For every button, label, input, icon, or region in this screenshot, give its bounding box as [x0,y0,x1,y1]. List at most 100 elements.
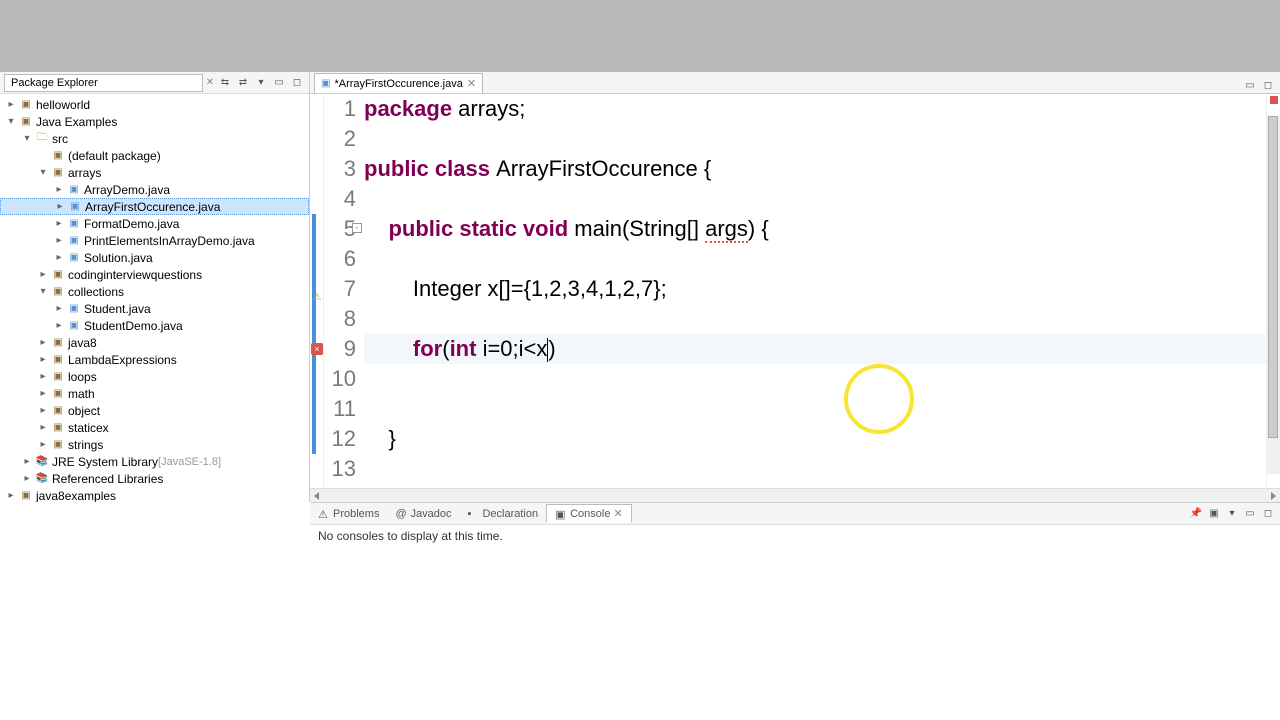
code-line-1[interactable]: package arrays; [364,94,1266,124]
tab-javadoc[interactable]: @Javadoc [387,506,459,522]
code-line-4[interactable] [364,184,1266,214]
tree-item-lambdaexpressions[interactable]: ▸▣LambdaExpressions [0,351,309,368]
code-line-10[interactable] [364,364,1266,394]
tree-item-printelementsinarraydemo-java[interactable]: ▸▣PrintElementsInArrayDemo.java [0,232,309,249]
link-editor-icon[interactable]: ⇄ [235,75,251,91]
expand-toggle[interactable]: ▸ [4,99,18,110]
expand-toggle[interactable]: ▸ [36,354,50,365]
proj-icon: ▣ [18,98,34,112]
maximize-console-icon[interactable]: ◻ [1260,506,1276,522]
tree-item--default-package-[interactable]: ▣(default package) [0,147,309,164]
tree-item-src[interactable]: ▾🗀src [0,130,309,147]
expand-toggle[interactable]: ▾ [36,167,50,178]
editor-tab-active[interactable]: ▣ *ArrayFirstOccurence.java ✕ [314,73,483,93]
expand-toggle[interactable]: ▸ [52,252,66,263]
tree-label: ArrayDemo.java [84,183,170,197]
minimize-console-icon[interactable]: ▭ [1242,506,1258,522]
close-tab-icon[interactable]: ✕ [467,77,476,90]
tree-label: arrays [68,166,101,180]
minimize-view-icon[interactable]: ▭ [271,75,287,91]
tree-item-java8examples[interactable]: ▸▣java8examples [0,487,309,502]
code-line-3[interactable]: public class ArrayFirstOccurence { [364,154,1266,184]
tree-item-helloworld[interactable]: ▸▣helloworld [0,96,309,113]
expand-toggle[interactable]: ▾ [20,133,34,144]
code-area[interactable]: package arrays; public class ArrayFirstOc… [364,94,1266,488]
tab-declaration[interactable]: ▪Declaration [459,506,546,522]
expand-toggle[interactable]: ▸ [52,218,66,229]
error-overview-marker[interactable] [1270,96,1278,104]
expand-toggle[interactable]: ▸ [52,320,66,331]
code-line-8[interactable] [364,304,1266,334]
open-console-icon[interactable]: ▾ [1224,506,1240,522]
close-view-icon[interactable]: ✕ [203,77,217,88]
code-line-11[interactable] [364,394,1266,424]
tree-item-referenced-libraries[interactable]: ▸📚Referenced Libraries [0,470,309,487]
tab-console[interactable]: ▣Console ✕ [546,504,632,523]
tree-item-arrays[interactable]: ▾▣arrays [0,164,309,181]
expand-toggle[interactable]: ▸ [36,371,50,382]
tree-item-staticex[interactable]: ▸▣staticex [0,419,309,436]
fold-toggle[interactable]: - [352,223,362,233]
tree-item-math[interactable]: ▸▣math [0,385,309,402]
expand-toggle[interactable]: ▾ [36,286,50,297]
code-editor[interactable]: ⚠× 12345678910111213 package arrays;publ… [310,94,1280,488]
javadoc-icon: @ [395,508,407,520]
code-line-13[interactable] [364,454,1266,484]
tree-item-java-examples[interactable]: ▾▣Java Examples [0,113,309,130]
tree-item-arraydemo-java[interactable]: ▸▣ArrayDemo.java [0,181,309,198]
tree-item-codinginterviewquestions[interactable]: ▸▣codinginterviewquestions [0,266,309,283]
java-icon: ▣ [66,183,82,197]
tree-item-arrayfirstoccurence-java[interactable]: ▸▣ArrayFirstOccurence.java [0,198,309,215]
view-menu-icon[interactable]: ▾ [253,75,269,91]
tree-item-solution-java[interactable]: ▸▣Solution.java [0,249,309,266]
tree-item-java8[interactable]: ▸▣java8 [0,334,309,351]
expand-toggle[interactable]: ▸ [52,235,66,246]
tree-item-loops[interactable]: ▸▣loops [0,368,309,385]
tree-item-strings[interactable]: ▸▣strings [0,436,309,453]
code-line-6[interactable] [364,244,1266,274]
tree-item-formatdemo-java[interactable]: ▸▣FormatDemo.java [0,215,309,232]
maximize-view-icon[interactable]: ◻ [289,75,305,91]
tree-item-jre-system-library[interactable]: ▸📚JRE System Library [JavaSE-1.8] [0,453,309,470]
project-tree[interactable]: ▸▣helloworld▾▣Java Examples▾🗀src▣(defaul… [0,94,309,502]
tree-item-studentdemo-java[interactable]: ▸▣StudentDemo.java [0,317,309,334]
tree-item-object[interactable]: ▸▣object [0,402,309,419]
code-line-9[interactable]: for(int i=0;i<x) [364,334,1266,364]
expand-toggle[interactable]: ▸ [52,184,66,195]
expand-toggle[interactable]: ▾ [4,116,18,127]
expand-toggle[interactable]: ▸ [36,269,50,280]
error-marker[interactable]: × [311,343,323,355]
display-console-icon[interactable]: ▣ [1206,506,1222,522]
vertical-scrollbar[interactable] [1266,116,1280,474]
code-line-7[interactable]: Integer x[]={1,2,3,4,1,2,7}; [364,274,1266,304]
editor-tab-title: *ArrayFirstOccurence.java [334,78,462,90]
code-line-5[interactable]: public static void main(String[] args) {… [364,214,1266,244]
expand-toggle[interactable]: ▸ [20,473,34,484]
workspace: Package Explorer ✕ ⇆ ⇄ ▾ ▭ ◻ ▸▣helloworl… [0,72,1280,720]
tree-label: Student.java [84,302,151,316]
pin-console-icon[interactable]: 📌 [1188,506,1204,522]
expand-toggle[interactable]: ▸ [36,405,50,416]
maximize-editor-icon[interactable]: ◻ [1260,77,1276,93]
method-range-marker [312,214,316,454]
tab-problems[interactable]: ⚠Problems [310,506,387,522]
lib-icon: 📚 [34,472,50,486]
close-tab-icon[interactable]: ✕ [613,507,622,520]
package-explorer: Package Explorer ✕ ⇆ ⇄ ▾ ▭ ◻ ▸▣helloworl… [0,72,310,502]
expand-toggle[interactable]: ▸ [36,422,50,433]
code-line-12[interactable]: } [364,424,1266,454]
code-line-2[interactable] [364,124,1266,154]
tree-item-student-java[interactable]: ▸▣Student.java [0,300,309,317]
expand-toggle[interactable]: ▸ [4,490,18,501]
collapse-all-icon[interactable]: ⇆ [217,75,233,91]
expand-toggle[interactable]: ▸ [53,201,67,212]
warning-marker[interactable]: ⚠ [311,283,323,295]
expand-toggle[interactable]: ▸ [36,388,50,399]
horizontal-scrollbar[interactable] [310,488,1280,502]
tree-item-collections[interactable]: ▾▣collections [0,283,309,300]
expand-toggle[interactable]: ▸ [20,456,34,467]
expand-toggle[interactable]: ▸ [52,303,66,314]
expand-toggle[interactable]: ▸ [36,337,50,348]
expand-toggle[interactable]: ▸ [36,439,50,450]
minimize-editor-icon[interactable]: ▭ [1242,77,1258,93]
